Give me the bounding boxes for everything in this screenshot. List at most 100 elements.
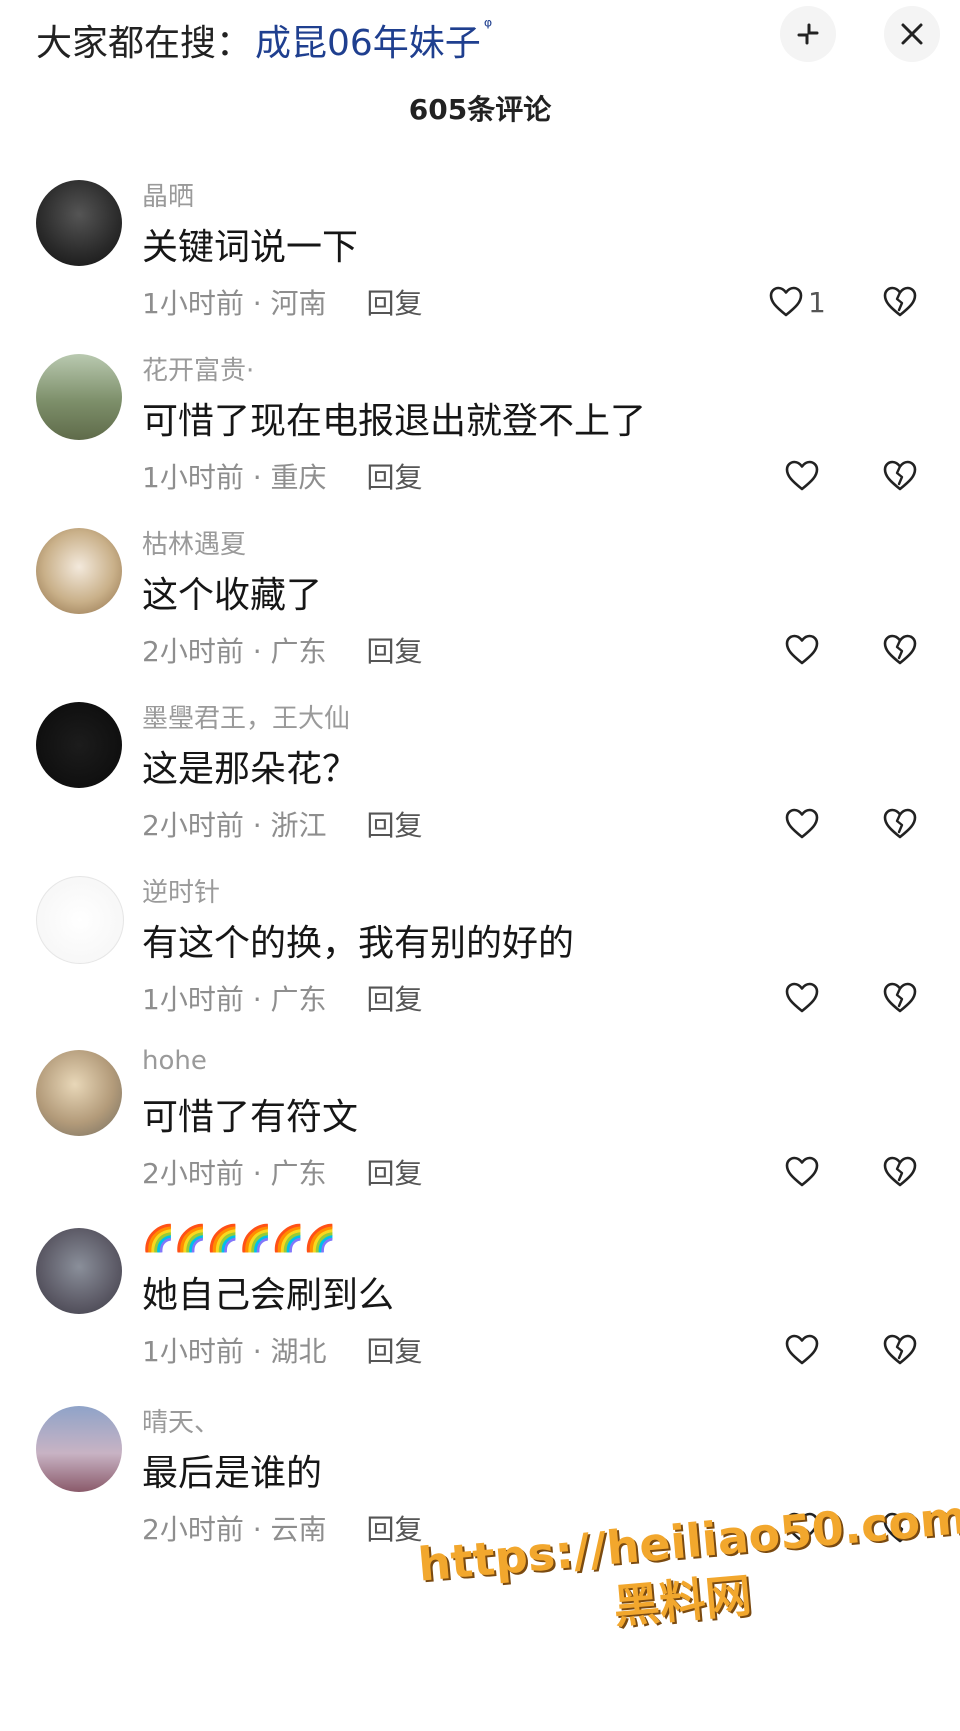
comment-username[interactable]: 枯林遇夏: [142, 524, 246, 561]
like-button[interactable]: [784, 1152, 824, 1192]
collapse-button[interactable]: [780, 6, 836, 62]
broken-heart-icon: [883, 634, 917, 665]
comment-username[interactable]: hohe: [142, 1046, 207, 1076]
broken-heart-icon: [883, 1334, 917, 1365]
reply-button[interactable]: 回复: [367, 1513, 423, 1546]
comment-meta: 1小时前 · 广东 回复: [142, 978, 423, 1018]
meta-separator: ·: [243, 809, 271, 842]
comment-text: 她自己会刷到么: [142, 1275, 395, 1316]
avatar[interactable]: [36, 180, 122, 266]
hot-search-prefix: 大家都在搜：: [36, 23, 253, 64]
hot-search-link[interactable]: 成昆06年妹子 ᵠ: [255, 14, 492, 66]
avatar[interactable]: [36, 702, 122, 788]
broken-heart-icon: [883, 1156, 917, 1187]
comment-location: 广东: [270, 635, 327, 668]
reply-button[interactable]: 回复: [367, 809, 423, 842]
dislike-button[interactable]: [882, 284, 918, 324]
broken-heart-icon: [883, 808, 917, 839]
like-button[interactable]: 1: [768, 282, 826, 322]
comment-location: 云南: [270, 1513, 327, 1546]
comment-text: 最后是谁的: [142, 1453, 323, 1494]
comment-item: 🌈🌈🌈🌈🌈🌈 她自己会刷到么 1小时前 · 湖北 回复: [0, 1220, 960, 1410]
like-button[interactable]: [784, 978, 824, 1018]
meta-separator: ·: [243, 1157, 271, 1190]
dislike-button[interactable]: [882, 632, 918, 672]
comment-location: 重庆: [270, 461, 327, 494]
comment-meta: 1小时前 · 河南 回复: [142, 282, 423, 322]
reply-button[interactable]: 回复: [367, 1157, 423, 1190]
comment-meta: 2小时前 · 云南 回复: [142, 1508, 423, 1548]
meta-separator: ·: [243, 635, 271, 668]
avatar[interactable]: [36, 1406, 122, 1492]
reply-button[interactable]: 回复: [367, 635, 423, 668]
heart-icon: [769, 286, 803, 317]
comment-text: 有这个的换，我有别的好的: [142, 923, 575, 964]
avatar[interactable]: [36, 1228, 122, 1314]
comment-text: 可惜了现在电报退出就登不上了: [142, 401, 647, 442]
meta-separator: ·: [243, 983, 271, 1016]
avatar[interactable]: [36, 1050, 122, 1136]
like-button[interactable]: [784, 804, 824, 844]
heart-icon: [785, 982, 819, 1013]
like-count: 1: [808, 285, 826, 319]
reply-button[interactable]: 回复: [367, 1335, 423, 1368]
reply-button[interactable]: 回复: [367, 461, 423, 494]
dislike-button[interactable]: [882, 1154, 918, 1194]
avatar[interactable]: [36, 354, 122, 440]
heart-icon: [785, 460, 819, 491]
like-button[interactable]: [784, 1330, 824, 1370]
collapse-icon: [797, 23, 819, 45]
comment-meta: 1小时前 · 重庆 回复: [142, 456, 423, 496]
comment-username[interactable]: 🌈🌈🌈🌈🌈🌈: [142, 1224, 336, 1254]
comment-time: 1小时前: [142, 983, 244, 1016]
dislike-button[interactable]: [882, 1332, 918, 1372]
comment-username[interactable]: 晴天、: [142, 1402, 220, 1439]
comment-username[interactable]: 花开富贵·: [142, 350, 254, 387]
reply-button[interactable]: 回复: [367, 983, 423, 1016]
meta-separator: ·: [243, 1513, 271, 1546]
comment-time: 2小时前: [142, 1157, 244, 1190]
comment-location: 广东: [270, 983, 327, 1016]
comment-location: 广东: [270, 1157, 327, 1190]
avatar[interactable]: [36, 528, 122, 614]
dislike-button[interactable]: [882, 458, 918, 498]
avatar[interactable]: [36, 876, 124, 964]
comment-text: 这个收藏了: [142, 575, 323, 616]
comment-item: 逆时针有这个的换，我有别的好的 1小时前 · 广东 回复: [0, 868, 960, 1058]
comment-location: 浙江: [270, 809, 327, 842]
broken-heart-icon: [883, 982, 917, 1013]
comment-meta: 1小时前 · 湖北 回复: [142, 1330, 423, 1370]
close-button[interactable]: [884, 6, 940, 62]
comment-item: 墨璺君王，王大仙 这是那朵花？ 2小时前 · 浙江 回复: [0, 694, 960, 884]
heart-icon: [785, 1156, 819, 1187]
comment-count-title: 605条评论: [408, 93, 552, 126]
top-bar: 大家都在搜： 成昆06年妹子 ᵠ: [0, 0, 960, 80]
like-button[interactable]: [784, 630, 824, 670]
heart-icon: [785, 808, 819, 839]
comment-meta: 2小时前 · 广东 回复: [142, 1152, 423, 1192]
comment-location: 湖北: [270, 1335, 327, 1368]
comment-item: 花开富贵· 可惜了现在电报退出就登不上了 1小时前 · 重庆 回复: [0, 346, 960, 536]
like-button[interactable]: [784, 456, 824, 496]
hot-search-term: 成昆06年妹子: [255, 23, 481, 64]
comment-item: 晶晒关键词说一下 1小时前 · 河南 回复 1: [0, 172, 960, 362]
close-icon: [901, 23, 923, 45]
comment-time: 1小时前: [142, 461, 244, 494]
comment-item: 枯林遇夏这个收藏了 2小时前 · 广东 回复: [0, 520, 960, 710]
comment-item: hohe 可惜了有符文 2小时前 · 广东 回复: [0, 1042, 960, 1232]
comment-username[interactable]: 逆时针: [142, 872, 220, 909]
dislike-button[interactable]: [882, 980, 918, 1020]
search-icon: ᵠ: [483, 14, 493, 38]
reply-button[interactable]: 回复: [367, 287, 423, 320]
comment-username[interactable]: 墨璺君王，王大仙: [142, 698, 350, 735]
broken-heart-icon: [883, 460, 917, 491]
comment-text: 可惜了有符文: [142, 1097, 359, 1138]
comment-time: 2小时前: [142, 809, 244, 842]
comment-time: 2小时前: [142, 635, 244, 668]
heart-icon: [785, 1334, 819, 1365]
meta-separator: ·: [243, 461, 271, 494]
comment-username[interactable]: 晶晒: [142, 176, 194, 213]
comment-text: 关键词说一下: [142, 227, 359, 268]
comment-meta: 2小时前 · 浙江 回复: [142, 804, 423, 844]
dislike-button[interactable]: [882, 806, 918, 846]
